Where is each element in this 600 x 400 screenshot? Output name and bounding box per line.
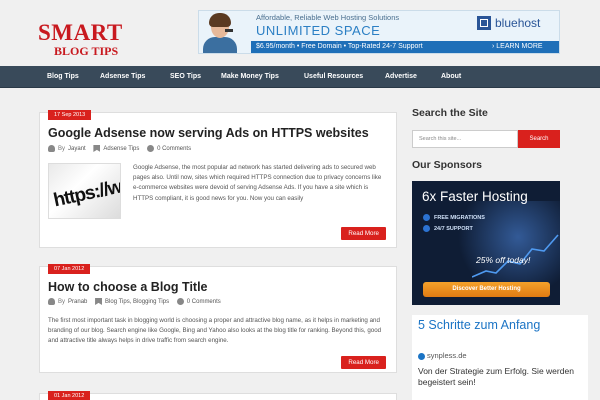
post-meta: By Pranab Blog Tips, Blogging Tips 0 Comm… [48, 298, 221, 308]
post-author-link[interactable]: Pranab [68, 299, 87, 305]
sponsors-widget-title: Our Sponsors [412, 159, 483, 171]
banner-brand: bluehost [495, 16, 541, 30]
main-nav: Blog Tips Adsense Tips SEO Tips Make Mon… [0, 66, 600, 88]
post-comments-link[interactable]: 0 Comments [157, 146, 191, 152]
text-ad[interactable]: 5 Schritte zum Anfang synpless.de Von de… [412, 315, 588, 400]
sponsor-feature: FREE MIGRATIONS [434, 215, 485, 221]
site-icon [418, 352, 425, 360]
post-by-label: By [58, 145, 66, 152]
post-author-link[interactable]: Jayant [68, 146, 86, 152]
post-category-link[interactable]: Adsense Tips [103, 146, 139, 152]
nav-item-make-money-tips[interactable]: Make Money Tips [221, 66, 279, 88]
logo-line1: SMART [38, 20, 123, 45]
search-button[interactable]: Search [518, 130, 560, 148]
site-header: SMART BLOG TIPS Affordable, Reliable Web… [0, 0, 600, 66]
text-ad-url-label: synpless.de [427, 351, 467, 360]
hosting-sponsor-ad[interactable]: 6x Faster Hosting FREE MIGRATIONS 24/7 S… [412, 181, 560, 305]
comment-icon [147, 145, 155, 152]
read-more-button[interactable]: Read More [341, 356, 386, 369]
sponsor-offer: 25% off today! [476, 255, 531, 265]
post-date: 07 Jan 2012 [48, 264, 91, 274]
nav-item-useful-resources[interactable]: Useful Resources [304, 66, 363, 88]
text-ad-title[interactable]: 5 Schritte zum Anfang [418, 318, 578, 332]
post-thumbnail[interactable]: https://ww [48, 163, 121, 219]
author-icon [48, 298, 55, 305]
search-input[interactable] [412, 130, 518, 148]
bluehost-grid-icon [480, 19, 488, 27]
author-icon [48, 145, 55, 152]
post-excerpt: The first most important task in bloggin… [48, 317, 382, 345]
post-date: 01 Jan 2012 [48, 391, 91, 400]
post-excerpt: Google Adsense, the most popular ad netw… [133, 164, 382, 202]
banner-learn-more[interactable]: › LEARN MORE [492, 43, 543, 50]
nav-item-seo-tips[interactable]: SEO Tips [170, 66, 201, 88]
sponsor-headline: 6x Faster Hosting [422, 189, 528, 204]
banner-details: $6.95/month • Free Domain • Top-Rated 24… [256, 43, 423, 50]
text-ad-body: Von der Strategie zum Erfolg. Sie werden… [418, 366, 574, 387]
post-category-link[interactable]: Blog Tips, Blogging Tips [105, 299, 169, 305]
category-icon [93, 145, 101, 152]
post-card: 01 Jan 2012 [39, 391, 397, 400]
hosting-banner-ad[interactable]: Affordable, Reliable Web Hosting Solutio… [198, 10, 560, 54]
search-widget-title: Search the Site [412, 107, 488, 119]
comment-icon [176, 298, 184, 305]
text-ad-url[interactable]: synpless.de [418, 351, 467, 361]
banner-headline: UNLIMITED SPACE [256, 23, 381, 38]
nav-item-blog-tips[interactable]: Blog Tips [47, 66, 79, 88]
post-date: 17 Sep 2013 [48, 110, 92, 120]
banner-tagline: Affordable, Reliable Web Hosting Solutio… [256, 13, 400, 22]
post-comments-link[interactable]: 0 Comments [187, 299, 221, 305]
category-icon [95, 298, 103, 305]
nav-item-adsense-tips[interactable]: Adsense Tips [100, 66, 145, 88]
site-logo[interactable]: SMART BLOG TIPS [38, 20, 134, 58]
post-meta: By Jayant Adsense Tips 0 Comments [48, 145, 191, 155]
read-more-button[interactable]: Read More [341, 227, 386, 240]
post-title-link[interactable]: Google Adsense now serving Ads on HTTPS … [48, 126, 369, 140]
check-icon [423, 225, 430, 232]
check-icon [423, 214, 430, 221]
sponsor-cta-button[interactable]: Discover Better Hosting [423, 282, 550, 297]
support-agent-image [203, 13, 237, 53]
sponsor-feature: 24/7 SUPPORT [434, 226, 473, 232]
nav-item-about[interactable]: About [441, 66, 461, 88]
post-card: 07 Jan 2012 How to choose a Blog Title B… [39, 264, 397, 373]
thumbnail-text: https://ww [51, 173, 121, 212]
post-by-label: By [58, 298, 66, 305]
nav-item-advertise[interactable]: Advertise [385, 66, 417, 88]
post-title-link[interactable]: How to choose a Blog Title [48, 280, 208, 294]
logo-line2: BLOG TIPS [54, 44, 119, 58]
post-card: 17 Sep 2013 Google Adsense now serving A… [39, 110, 397, 248]
